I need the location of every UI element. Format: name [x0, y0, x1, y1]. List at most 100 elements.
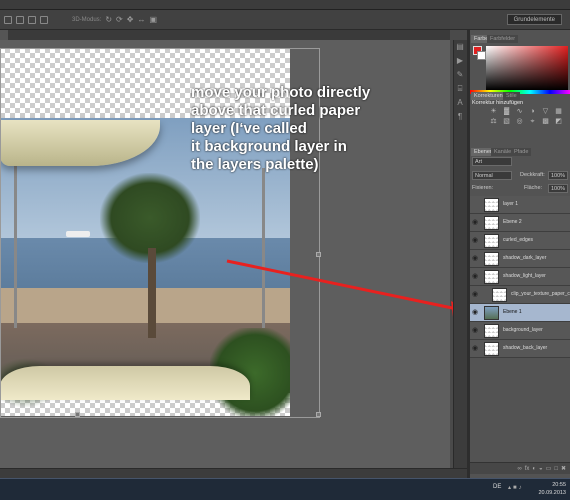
eye-icon[interactable]: ◉ — [472, 273, 480, 281]
trash-icon[interactable]: ✖ — [561, 465, 566, 472]
paragraph-icon[interactable]: ¶ — [453, 110, 467, 124]
eye-icon[interactable]: ◉ — [472, 309, 480, 317]
os-taskbar — [0, 478, 570, 500]
roll-3d-icon[interactable]: ⟳ — [116, 15, 123, 24]
history-icon[interactable]: ▤ — [453, 40, 467, 54]
levels-icon[interactable]: ▓ — [501, 108, 512, 116]
color-balance-icon[interactable]: ⚖ — [488, 118, 499, 126]
menu-bar — [0, 0, 570, 10]
callout-line: above that curled paper — [191, 102, 361, 119]
3d-mode-label: 3D-Modus: — [72, 16, 102, 23]
layer-name: shadow_light_layer — [503, 273, 546, 279]
black-white-icon[interactable]: ▧ — [501, 118, 512, 126]
stamp-icon[interactable]: ⌸ — [453, 82, 467, 96]
horizontal-scrollbar[interactable] — [0, 468, 467, 478]
distribute-icon[interactable] — [40, 15, 48, 24]
eye-icon[interactable]: ◉ — [472, 327, 480, 335]
drag-3d-icon[interactable]: ✥ — [127, 15, 134, 24]
mask-icon[interactable]: ◐ — [532, 466, 536, 472]
eye-icon[interactable]: ◉ — [472, 219, 480, 227]
align-center-icon[interactable] — [16, 15, 24, 24]
rotate-3d-icon[interactable]: ↻ — [105, 15, 112, 24]
photo-tree-trunk — [148, 248, 156, 338]
eye-icon[interactable]: ◉ — [472, 291, 480, 299]
document-tab-row — [0, 30, 450, 40]
clock-time: 20:55 — [552, 482, 566, 488]
tab-swatches[interactable]: Farbfelder — [487, 35, 519, 43]
tab-paths[interactable]: Pfade — [511, 148, 532, 156]
clock-date: 20.09.2013 — [538, 490, 566, 496]
document-tab[interactable] — [0, 30, 8, 40]
brightness-icon[interactable]: ☀ — [488, 108, 499, 116]
layer-row[interactable]: ◉ shadow_back_layer — [470, 340, 570, 358]
fill-label: Fläche: — [524, 185, 543, 191]
align-left-icon[interactable] — [4, 15, 12, 24]
layer-name: Ebene 1 — [503, 309, 522, 315]
layer-name: background_layer — [503, 327, 543, 333]
layer-thumbnail — [484, 234, 499, 248]
lookup-icon[interactable]: ▩ — [540, 118, 551, 126]
exposure-icon[interactable]: ◑ — [527, 108, 538, 116]
link-icon[interactable]: ∞ — [517, 466, 521, 472]
layer-row[interactable]: ◉ curled_edges — [470, 232, 570, 250]
transform-handle[interactable] — [316, 252, 321, 257]
layer-name: layer 1 — [503, 201, 519, 207]
layer-thumbnail — [492, 288, 507, 302]
type-icon[interactable]: A — [453, 96, 467, 110]
layer-row-selected[interactable]: ◉ Ebene 1 — [470, 304, 570, 322]
fx-icon[interactable]: fx — [525, 466, 530, 472]
new-layer-icon[interactable]: □ — [554, 466, 558, 472]
layer-row[interactable]: ◉ shadow_light_layer — [470, 268, 570, 286]
slide-3d-icon[interactable]: ↔ — [137, 15, 145, 24]
layer-row[interactable]: ◉ background_layer — [470, 322, 570, 340]
tray-icons: ▴■♪ — [508, 485, 524, 491]
invert-icon[interactable]: ◩ — [553, 118, 564, 126]
clock[interactable]: 20:55 20.09.2013 — [538, 481, 566, 497]
layer-thumbnail — [484, 324, 499, 338]
layer-filter-select[interactable]: Art — [472, 157, 512, 166]
hue-icon[interactable]: ▦ — [553, 108, 564, 116]
photo-filter-icon[interactable]: ◎ — [514, 118, 525, 126]
layer-thumbnail — [484, 252, 499, 266]
folder-icon[interactable]: ▭ — [546, 465, 552, 472]
layer-name: shadow_back_layer — [503, 345, 548, 351]
eye-icon[interactable]: ◉ — [472, 255, 480, 263]
workspace-switcher[interactable]: Grundelemente — [506, 14, 562, 25]
callout-line: layer (I‘ve called — [191, 120, 307, 137]
layers-panel-footer: ∞ fx ◐ ◒ ▭ □ ✖ — [470, 462, 570, 474]
adjustment-layer-icon[interactable]: ◒ — [539, 466, 543, 472]
layer-name: Ebene 2 — [503, 219, 522, 225]
visibility-off-icon[interactable] — [472, 201, 480, 209]
brush-icon[interactable]: ✎ — [453, 68, 467, 82]
play-icon[interactable]: ▶ — [453, 54, 467, 68]
opacity-input[interactable]: 100% — [548, 171, 568, 180]
callout-line: the layers palette) — [191, 156, 319, 173]
color-picker-field[interactable] — [486, 46, 568, 90]
adjustments-heading: Korrektur hinzufügen — [472, 100, 524, 106]
transform-handle[interactable] — [75, 412, 80, 417]
layer-thumbnail — [484, 198, 499, 212]
language-indicator[interactable]: DE — [493, 484, 501, 490]
tab-styles[interactable]: Stile — [503, 92, 520, 100]
scale-3d-icon[interactable]: ▣ — [149, 15, 157, 24]
curves-icon[interactable]: ∿ — [514, 108, 525, 116]
tab-adjustments[interactable]: Korrekturen — [471, 92, 506, 100]
align-right-icon[interactable] — [28, 15, 36, 24]
blend-mode-select[interactable]: Normal — [472, 171, 512, 180]
photo-lamp-post — [14, 158, 17, 328]
background-color-swatch[interactable] — [477, 51, 486, 60]
callout-line: move your photo directly — [191, 84, 371, 101]
layer-thumbnail — [484, 342, 499, 356]
layer-row[interactable]: ◉ Ebene 2 — [470, 214, 570, 232]
channel-mixer-icon[interactable]: ⌖ — [527, 118, 538, 126]
layer-row[interactable]: layer 1 — [470, 196, 570, 214]
transform-handle[interactable] — [316, 412, 321, 417]
layer-row[interactable]: ◉ clip_your_texture_paper_col — [470, 286, 570, 304]
photo-lamp-post — [262, 168, 265, 328]
eye-icon[interactable]: ◉ — [472, 237, 480, 245]
tutorial-callout: move your photo directly above that curl… — [191, 84, 461, 174]
vibrance-icon[interactable]: ▽ — [540, 108, 551, 116]
eye-icon[interactable]: ◉ — [472, 345, 480, 353]
fill-input[interactable]: 100% — [548, 184, 568, 193]
layer-row[interactable]: ◉ shadow_dark_layer — [470, 250, 570, 268]
